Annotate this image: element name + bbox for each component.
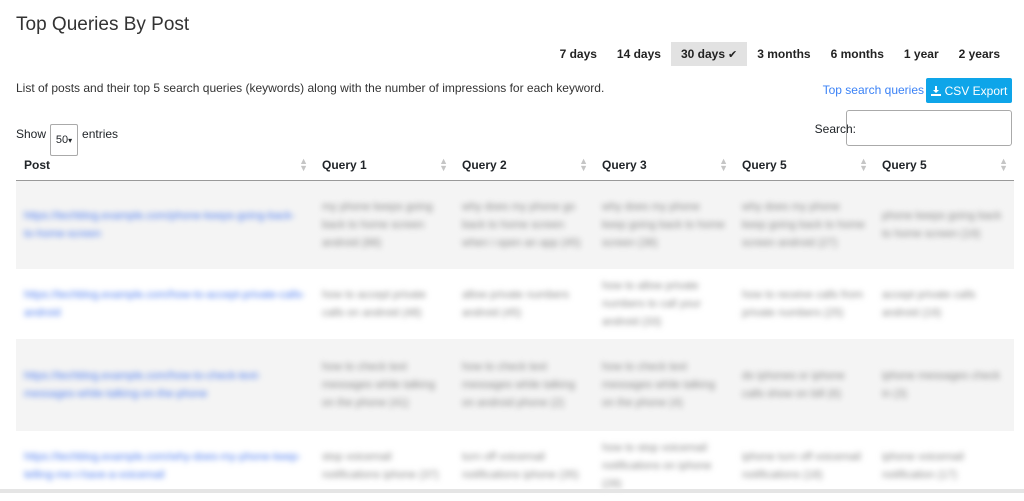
query-text: stop voicemail notifications iphone (37) [322, 450, 439, 481]
query-text: how to check text messages while talking… [602, 360, 716, 409]
column-header-post[interactable]: Post ▲ ▼ [16, 150, 314, 181]
range-30-days-label: 30 days [680, 47, 726, 61]
query-text: iphone voicemail notification (17) [882, 450, 964, 481]
range-2-years[interactable]: 2 years [949, 42, 1010, 66]
sort-icon: ▲ ▼ [719, 156, 728, 173]
column-header-query-5b[interactable]: Query 5 ▲ ▼ [874, 150, 1014, 181]
query-text: phone keeps going back to home screen (1… [882, 209, 1002, 240]
show-label: Show [16, 127, 47, 141]
query-cell: accept private calls android (19) [874, 269, 1014, 339]
query-text: how to check text messages while talking… [462, 360, 576, 409]
query-text: iphone turn off voicemail notifications … [742, 450, 862, 481]
query-cell: how to accept private calls on android (… [314, 269, 454, 339]
range-7-days[interactable]: 7 days [550, 42, 607, 66]
query-cell: phone keeps going back to home screen (1… [874, 180, 1014, 269]
column-header-label: Query 3 [602, 158, 647, 172]
column-header-label: Query 2 [462, 158, 507, 172]
query-text: how to accept private calls on android (… [322, 288, 426, 319]
query-cell: how to check text messages while talking… [314, 338, 454, 431]
sort-icon: ▲ ▼ [579, 156, 588, 173]
date-range-selector: 7 days 14 days 30 days ✔ 3 months 6 month… [550, 42, 1010, 66]
query-cell: why does my phone keep going back to hom… [734, 180, 874, 269]
query-text: my phone keeps going back to home screen… [322, 200, 433, 249]
post-link[interactable]: https://techblog.example.com/how-to-acce… [24, 286, 306, 322]
query-text: iphone messages check in (3) [882, 369, 1001, 400]
query-cell: how to check text messages while talking… [594, 338, 734, 431]
query-text: why does my phone keep going back to hom… [742, 200, 865, 249]
page-title: Top Queries By Post [16, 14, 190, 35]
query-cell: allow private numbers android (45) [454, 269, 594, 339]
query-cell: why does my phone go back to home screen… [454, 180, 594, 269]
entries-length-control: Show 50 ▾ entries [16, 118, 119, 156]
post-cell: https://techblog.example.com/how-to-chec… [16, 338, 314, 431]
table-row: https://techblog.example.com/how-to-chec… [16, 338, 1014, 431]
query-text: how to check text messages while talking… [322, 360, 436, 409]
table-header-row: Post ▲ ▼ Query 1 ▲ ▼ Query 2 ▲ ▼ Query 3 ▲ ▼ Que… [16, 150, 1014, 181]
post-cell: https://techblog.example.com/how-to-acce… [16, 269, 314, 339]
query-text: how to receive calls from private number… [742, 288, 864, 319]
column-header-label: Query 5 [882, 158, 927, 172]
query-cell: why does my phone keep going back to hom… [594, 180, 734, 269]
column-header-label: Post [24, 158, 51, 172]
csv-export-label: CSV Export [944, 83, 1008, 98]
query-cell: my phone keeps going back to home screen… [314, 180, 454, 269]
column-header-query-5a[interactable]: Query 5 ▲ ▼ [734, 150, 874, 181]
range-14-days[interactable]: 14 days [607, 42, 671, 66]
post-link[interactable]: https://techblog.example.com/how-to-chec… [24, 367, 306, 403]
query-cell: how to allow private numbers to call you… [594, 269, 734, 339]
query-text: why does my phone go back to home screen… [462, 200, 581, 249]
query-text: do iphones or iphone calls show on bill … [742, 369, 845, 400]
queries-table: Post ▲ ▼ Query 1 ▲ ▼ Query 2 ▲ ▼ Query 3 ▲ ▼ Que… [16, 150, 1014, 501]
query-text: why does my phone keep going back to hom… [602, 200, 725, 249]
query-text: accept private calls android (19) [882, 288, 976, 319]
query-cell: do iphones or iphone calls show on bill … [734, 338, 874, 431]
column-header-query-3[interactable]: Query 3 ▲ ▼ [594, 150, 734, 181]
column-header-label: Query 5 [742, 158, 787, 172]
query-cell: how to receive calls from private number… [734, 269, 874, 339]
post-cell: https://techblog.example.com/phone-keeps… [16, 180, 314, 269]
range-6-months[interactable]: 6 months [821, 42, 894, 66]
table-row: https://techblog.example.com/phone-keeps… [16, 180, 1014, 269]
checkmark-icon: ✔ [728, 49, 738, 61]
chevron-down-icon: ▾ [68, 135, 73, 145]
search-input[interactable] [846, 110, 1012, 146]
range-30-days[interactable]: 30 days ✔ [670, 42, 748, 66]
table-row: https://techblog.example.com/how-to-acce… [16, 269, 1014, 339]
entries-label: entries [82, 127, 119, 141]
sort-icon: ▲ ▼ [299, 156, 308, 173]
query-text: turn off voicemail notifications iphone … [462, 450, 579, 481]
sort-icon: ▲ ▼ [999, 156, 1008, 173]
sort-icon: ▲ ▼ [439, 156, 448, 173]
query-text: allow private numbers android (45) [462, 288, 569, 319]
column-header-query-2[interactable]: Query 2 ▲ ▼ [454, 150, 594, 181]
column-header-label: Query 1 [322, 158, 367, 172]
query-cell: iphone messages check in (3) [874, 338, 1014, 431]
post-link[interactable]: https://techblog.example.com/phone-keeps… [24, 207, 306, 243]
top-search-queries-link[interactable]: Top search queries [823, 83, 924, 97]
range-3-months[interactable]: 3 months [747, 42, 820, 66]
csv-export-button[interactable]: CSV Export [926, 78, 1012, 103]
download-icon [930, 85, 941, 96]
horizontal-scrollbar[interactable] [0, 489, 1024, 493]
sort-icon: ▲ ▼ [859, 156, 868, 173]
query-cell: how to check text messages while talking… [454, 338, 594, 431]
query-text: how to allow private numbers to call you… [602, 279, 702, 328]
post-link[interactable]: https://techblog.example.com/why-does-my… [24, 448, 306, 484]
column-header-query-1[interactable]: Query 1 ▲ ▼ [314, 150, 454, 181]
page-description: List of posts and their top 5 search que… [16, 81, 605, 95]
query-text: how to stop voicemail notifications on i… [602, 441, 712, 490]
entries-select-value: 50 [55, 134, 69, 146]
range-1-year[interactable]: 1 year [894, 42, 949, 66]
